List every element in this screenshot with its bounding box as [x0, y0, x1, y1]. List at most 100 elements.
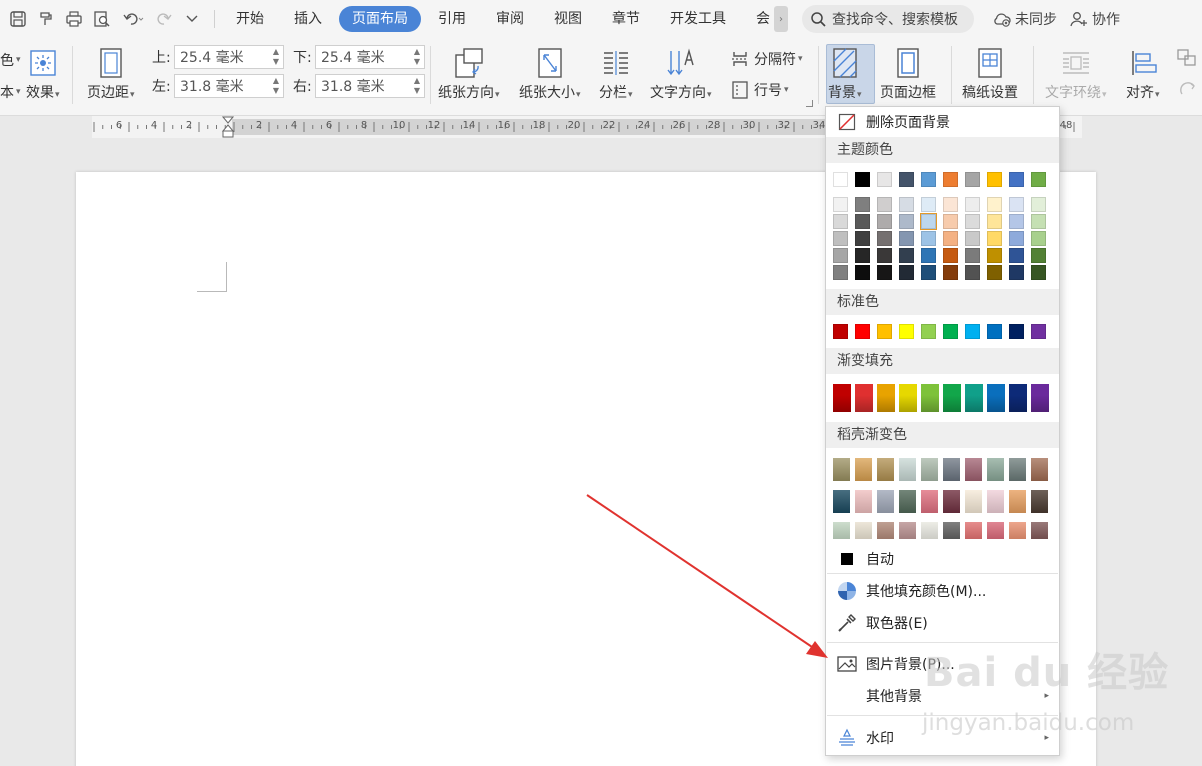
standard-color-swatch[interactable]	[921, 324, 936, 339]
eyedropper-item[interactable]: 取色器(E)	[826, 608, 1059, 638]
group-button[interactable]	[1176, 48, 1202, 68]
columns-button[interactable]: 分栏▾	[599, 46, 633, 102]
theme-color-swatch[interactable]	[943, 172, 958, 187]
docer-gradient-swatch[interactable]	[899, 490, 916, 513]
rotate-button[interactable]	[1176, 80, 1202, 100]
theme-color-swatch[interactable]	[1009, 197, 1024, 212]
theme-color-swatch[interactable]	[855, 214, 870, 229]
docer-gradient-swatch[interactable]	[1031, 490, 1048, 513]
margins-button[interactable]: 页边距▾	[87, 46, 135, 102]
customize-toolbar-icon[interactable]	[178, 5, 206, 33]
docer-gradient-swatch[interactable]	[943, 522, 960, 539]
tab-page-layout[interactable]: 页面布局	[339, 6, 421, 32]
standard-color-swatch[interactable]	[899, 324, 914, 339]
align-button[interactable]: 对齐▾	[1126, 46, 1160, 102]
docer-gradient-swatch[interactable]	[943, 458, 960, 481]
theme-color-swatch[interactable]	[899, 248, 914, 263]
theme-color-swatch[interactable]	[899, 197, 914, 212]
tab-view[interactable]: 视图	[541, 6, 595, 32]
standard-color-swatch[interactable]	[855, 324, 870, 339]
theme-color-swatch[interactable]	[965, 231, 980, 246]
standard-color-swatch[interactable]	[877, 324, 892, 339]
docer-gradient-swatch[interactable]	[899, 458, 916, 481]
theme-color-swatch[interactable]	[987, 172, 1002, 187]
undo-icon[interactable]	[116, 5, 150, 33]
sync-status-button[interactable]: 未同步	[992, 9, 1057, 29]
margin-left-input[interactable]: 31.8 毫米 ▲ ▼	[174, 74, 284, 98]
theme-color-swatch[interactable]	[899, 214, 914, 229]
gradient-fill-swatch[interactable]	[1031, 384, 1049, 412]
theme-color-swatch[interactable]	[877, 231, 892, 246]
tab-references[interactable]: 引用	[425, 6, 479, 32]
docer-gradient-swatch[interactable]	[1009, 522, 1026, 539]
docer-gradient-swatch[interactable]	[1031, 458, 1048, 481]
theme-color-swatch[interactable]	[1031, 214, 1046, 229]
theme-color-swatch[interactable]	[1009, 248, 1024, 263]
theme-color-swatch[interactable]	[965, 172, 980, 187]
tab-scroll-right-icon[interactable]: ›	[774, 6, 788, 32]
redo-icon[interactable]	[150, 5, 178, 33]
standard-color-swatch[interactable]	[1009, 324, 1024, 339]
docer-gradient-swatch[interactable]	[855, 522, 872, 539]
gradient-fill-swatch[interactable]	[855, 384, 873, 412]
theme-color-swatch[interactable]	[1031, 248, 1046, 263]
theme-color-swatch[interactable]	[965, 214, 980, 229]
theme-color-swatch[interactable]	[921, 172, 936, 187]
tab-review[interactable]: 审阅	[483, 6, 537, 32]
theme-color-swatch[interactable]	[987, 214, 1002, 229]
theme-color-swatch[interactable]	[833, 172, 848, 187]
theme-color-swatch[interactable]	[965, 265, 980, 280]
docer-gradient-swatch[interactable]	[965, 458, 982, 481]
theme-color-swatch[interactable]	[921, 265, 936, 280]
page-setup-launcher-icon[interactable]	[806, 100, 813, 107]
spin-arrows-icon[interactable]: ▲ ▼	[414, 76, 420, 96]
theme-color-swatch[interactable]	[877, 172, 892, 187]
docer-gradient-swatch[interactable]	[899, 522, 916, 539]
theme-color-swatch[interactable]	[877, 197, 892, 212]
standard-color-swatch[interactable]	[965, 324, 980, 339]
theme-color-swatch[interactable]	[1009, 214, 1024, 229]
theme-color-swatch[interactable]	[877, 214, 892, 229]
page-borders-button[interactable]: 页面边框	[880, 46, 936, 102]
standard-color-swatch[interactable]	[1031, 324, 1046, 339]
docer-gradient-swatch[interactable]	[965, 522, 982, 539]
docer-gradient-swatch[interactable]	[877, 522, 894, 539]
background-button[interactable]: 背景▾	[828, 46, 862, 102]
theme-color-swatch[interactable]	[877, 248, 892, 263]
theme-color-swatch[interactable]	[855, 231, 870, 246]
docer-gradient-swatch[interactable]	[987, 490, 1004, 513]
theme-color-swatch[interactable]	[877, 265, 892, 280]
manuscript-settings-button[interactable]: 稿纸设置	[962, 46, 1018, 102]
docer-gradient-swatch[interactable]	[833, 490, 850, 513]
docer-gradient-swatch[interactable]	[1009, 458, 1026, 481]
theme-color-swatch[interactable]	[965, 197, 980, 212]
theme-color-swatch[interactable]	[943, 231, 958, 246]
text-wrap-button[interactable]: 文字环绕▾	[1045, 46, 1107, 102]
theme-color-swatch[interactable]	[943, 214, 958, 229]
theme-color-swatch[interactable]	[965, 248, 980, 263]
theme-color-swatch[interactable]	[943, 197, 958, 212]
docer-gradient-swatch[interactable]	[921, 522, 938, 539]
tab-section[interactable]: 章节	[599, 6, 653, 32]
theme-color-swatch[interactable]	[833, 197, 848, 212]
docer-gradient-swatch[interactable]	[987, 522, 1004, 539]
format-painter-icon[interactable]	[32, 5, 60, 33]
gradient-fill-swatch[interactable]	[877, 384, 895, 412]
docer-gradient-swatch[interactable]	[833, 458, 850, 481]
margin-top-input[interactable]: 25.4 毫米 ▲ ▼	[174, 45, 284, 69]
spin-arrows-icon[interactable]: ▲ ▼	[273, 76, 279, 96]
theme-color-swatch[interactable]	[1031, 231, 1046, 246]
theme-color-swatch[interactable]	[855, 197, 870, 212]
standard-color-swatch[interactable]	[987, 324, 1002, 339]
theme-color-swatch[interactable]	[855, 265, 870, 280]
docer-gradient-swatch[interactable]	[855, 490, 872, 513]
gradient-fill-swatch[interactable]	[965, 384, 983, 412]
docer-gradient-swatch[interactable]	[855, 458, 872, 481]
tab-member[interactable]: 会	[743, 6, 774, 32]
theme-color-swatch[interactable]	[921, 197, 936, 212]
text-direction-button[interactable]: 文字方向▾	[650, 46, 712, 102]
theme-color-swatch[interactable]	[987, 197, 1002, 212]
gradient-fill-swatch[interactable]	[899, 384, 917, 412]
theme-color-swatch[interactable]	[1009, 265, 1024, 280]
save-icon[interactable]	[4, 5, 32, 33]
